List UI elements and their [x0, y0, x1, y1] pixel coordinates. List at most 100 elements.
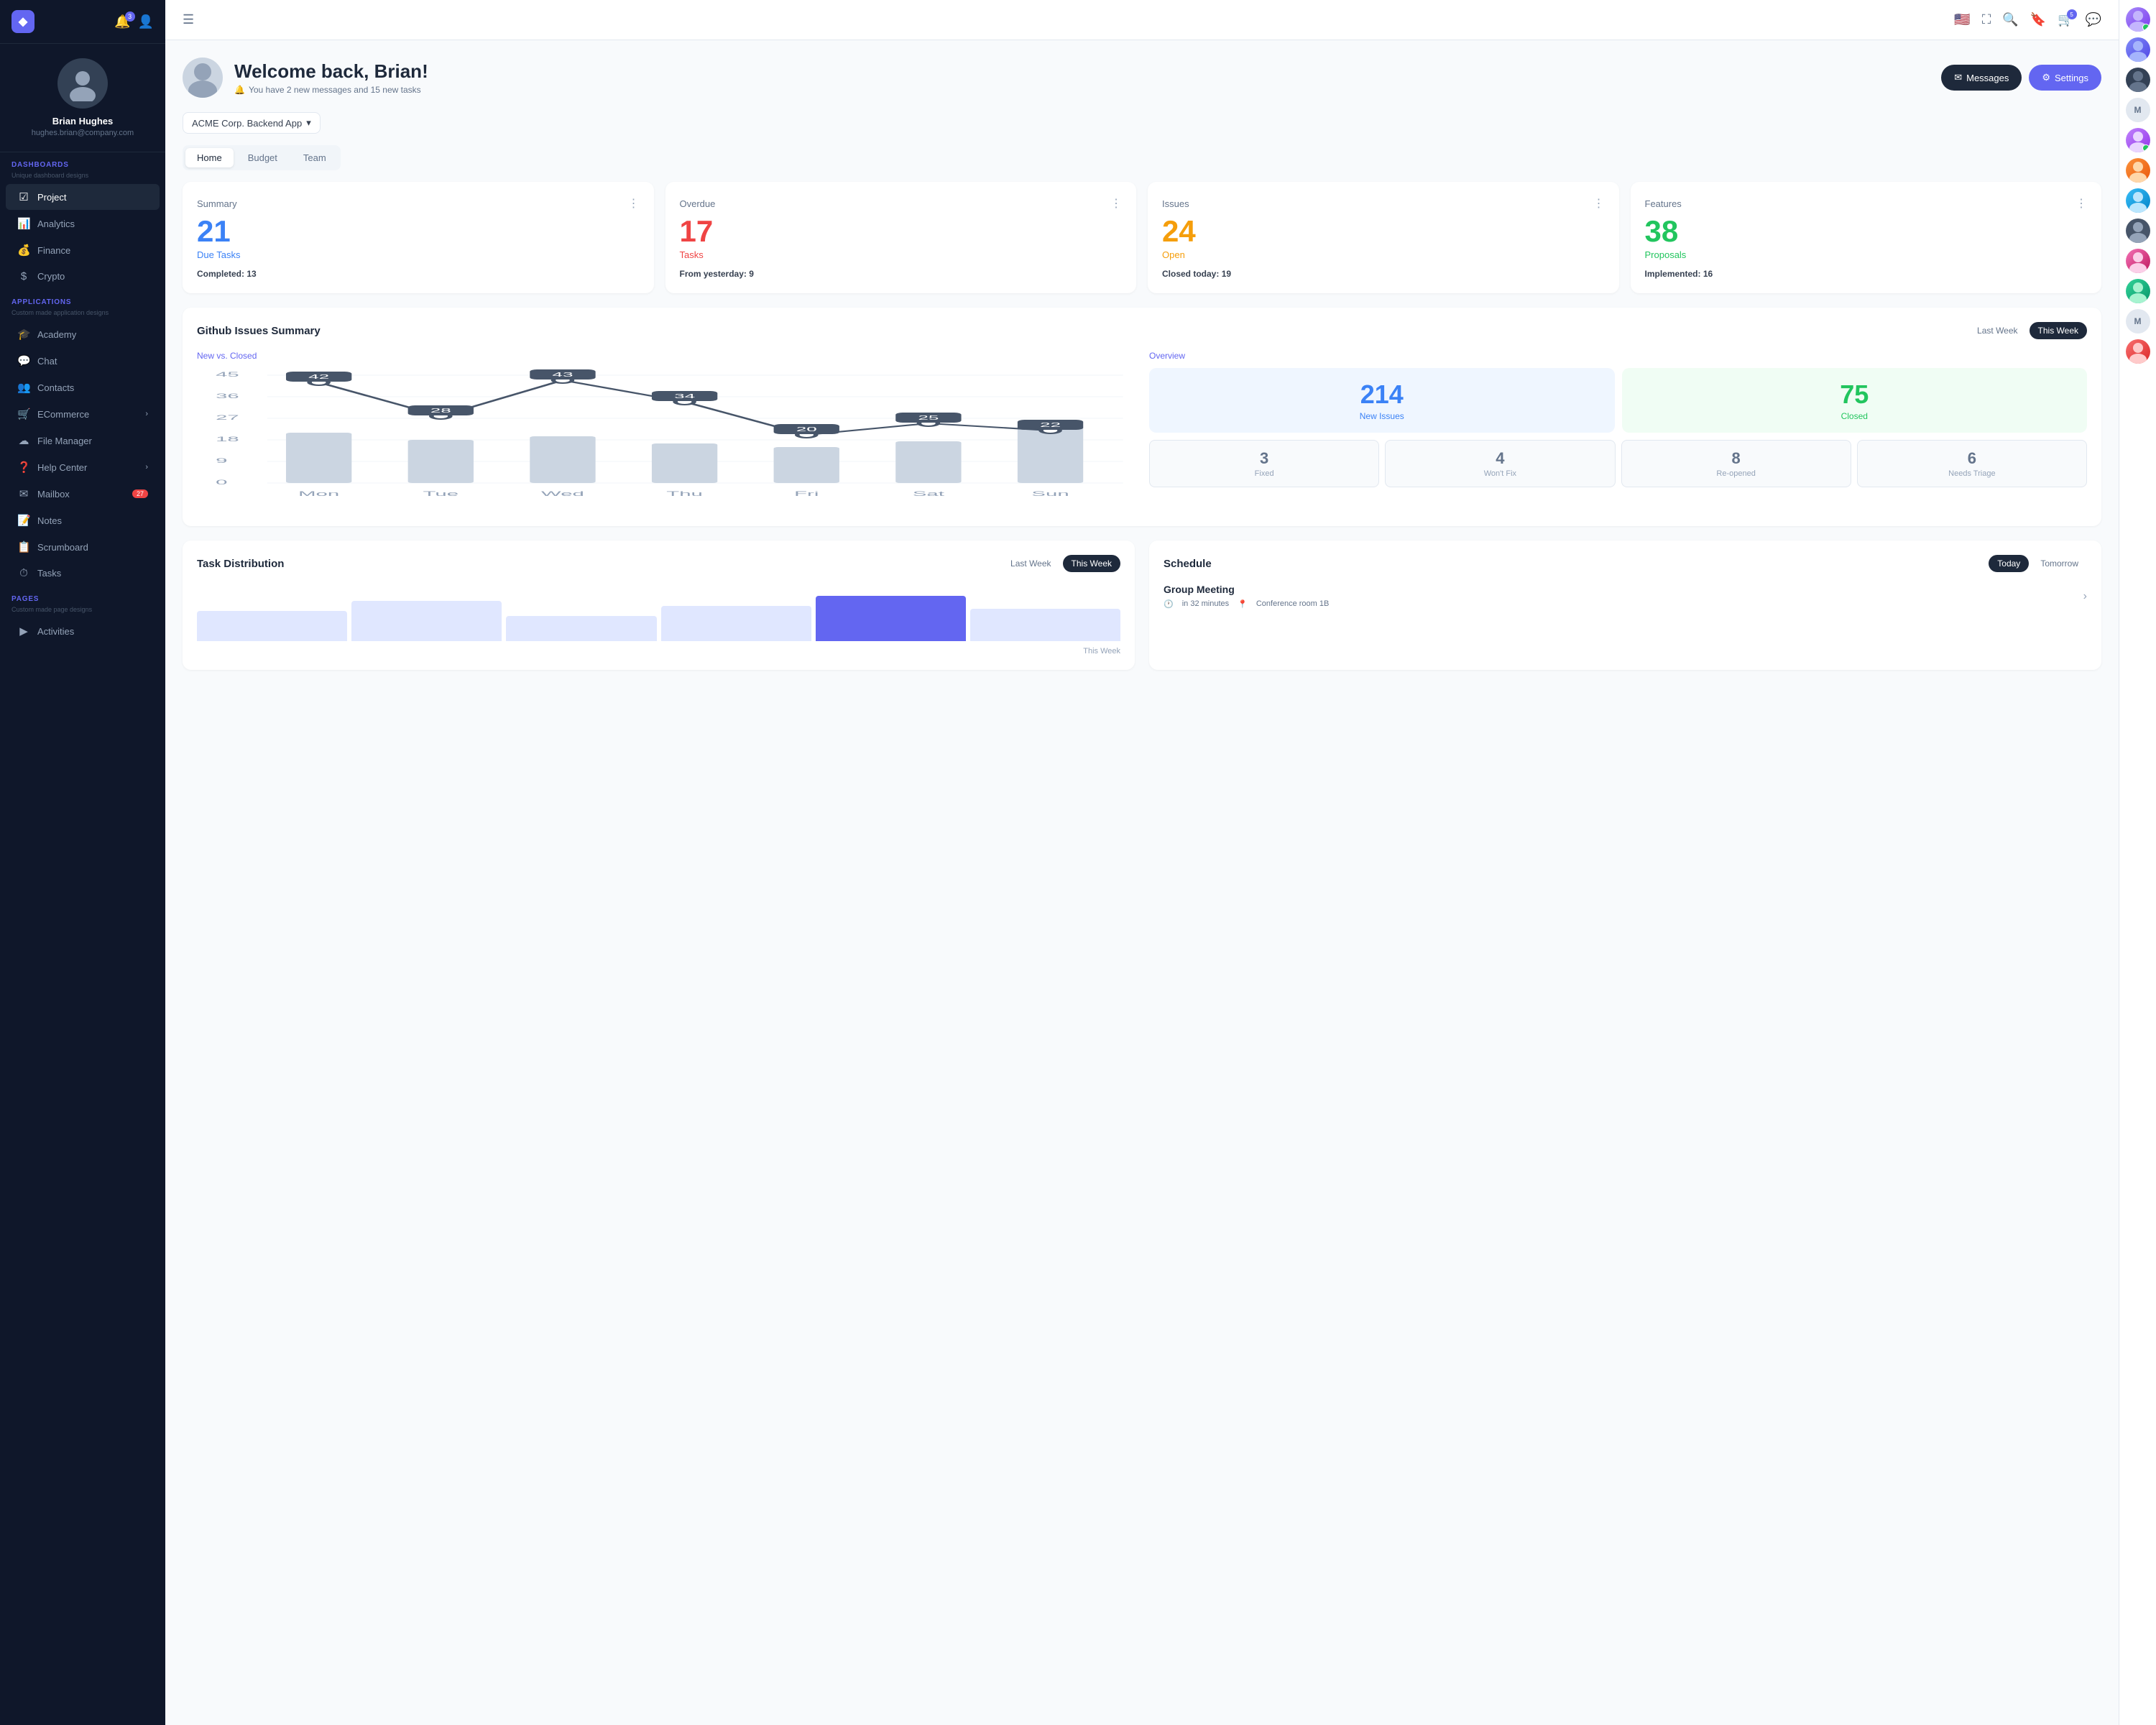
sidebar-item-notes[interactable]: 📝 Notes: [6, 507, 160, 533]
wontfix-label: Won't Fix: [1394, 469, 1606, 478]
messages-button[interactable]: ✉ Messages: [1941, 65, 2022, 91]
mailbox-badge: 27: [132, 489, 148, 498]
svg-text:0: 0: [216, 479, 227, 486]
fullscreen-icon[interactable]: ⛶: [1982, 12, 1991, 27]
fixed-label: Fixed: [1158, 469, 1370, 478]
github-header: Github Issues Summary Last Week This Wee…: [197, 322, 2087, 339]
svg-text:9: 9: [216, 457, 227, 464]
avatar-5[interactable]: [2126, 128, 2150, 152]
svg-text:42: 42: [308, 374, 329, 380]
avatar-8[interactable]: [2126, 218, 2150, 243]
notification-icon[interactable]: 🔔 3: [114, 14, 130, 29]
tab-budget[interactable]: Budget: [236, 148, 289, 167]
svg-text:22: 22: [1040, 422, 1061, 428]
sidebar-item-academy[interactable]: 🎓 Academy: [6, 321, 160, 347]
sidebar-header-icons: 🔔 3 👤: [114, 14, 154, 29]
schedule-arrow[interactable]: ›: [2083, 590, 2087, 603]
chart-container: 45 36 27 18 9 0: [197, 368, 1135, 512]
flag-icon[interactable]: 🇺🇸: [1954, 12, 1970, 27]
pages-label: PAGES: [0, 586, 165, 606]
cart-icon[interactable]: 🛒 5: [2058, 12, 2073, 27]
avatar-2[interactable]: [2126, 37, 2150, 62]
avatar-11[interactable]: M: [2126, 309, 2150, 334]
summary-card-menu[interactable]: ⋮: [628, 196, 640, 211]
settings-button[interactable]: ⚙ Settings: [2029, 65, 2101, 91]
avatar-4[interactable]: M: [2126, 98, 2150, 122]
schedule-toggle: Today Tomorrow: [1989, 555, 2087, 572]
avatar-9[interactable]: [2126, 249, 2150, 273]
schedule-today-btn[interactable]: Today: [1989, 555, 2029, 572]
sidebar-item-scrumboard[interactable]: 📋 Scrumboard: [6, 534, 160, 560]
schedule-tomorrow-btn[interactable]: Tomorrow: [2032, 555, 2087, 572]
triage-label: Needs Triage: [1866, 469, 2078, 478]
overview-title: Overview: [1149, 351, 2087, 361]
chevron-down-icon: ▾: [306, 117, 311, 129]
profile-avatar: [57, 58, 108, 109]
closed-issues-card: 75 Closed: [1622, 368, 2088, 433]
sidebar-item-finance[interactable]: 💰 Finance: [6, 237, 160, 263]
bookmark-icon[interactable]: 🔖: [2030, 12, 2046, 27]
svg-text:Mon: Mon: [298, 490, 339, 497]
avatar-1[interactable]: [2126, 7, 2150, 32]
sidebar-item-chat[interactable]: 💬 Chat: [6, 348, 160, 374]
search-icon[interactable]: 🔍: [2002, 12, 2018, 27]
sidebar-item-project[interactable]: ☑ Project: [6, 184, 160, 210]
avatar-7[interactable]: [2126, 188, 2150, 213]
sidebar-item-mailbox[interactable]: ✉ Mailbox 27: [6, 481, 160, 507]
sidebar-item-contacts[interactable]: 👥 Contacts: [6, 374, 160, 400]
github-lastweek-btn[interactable]: Last Week: [1968, 322, 2026, 339]
svg-text:27: 27: [216, 414, 239, 421]
applications-section: APPLICATIONS Custom made application des…: [0, 290, 165, 586]
profile-icon[interactable]: 👤: [138, 14, 154, 29]
messages-icon[interactable]: 💬: [2086, 12, 2101, 27]
svg-text:Fri: Fri: [794, 490, 819, 497]
hamburger-menu[interactable]: ☰: [183, 12, 194, 27]
svg-text:20: 20: [796, 426, 817, 433]
schedule-item: Group Meeting 🕐 in 32 minutes 📍 Conferen…: [1164, 584, 2087, 609]
tab-team[interactable]: Team: [292, 148, 338, 167]
triage-num: 6: [1866, 449, 2078, 468]
sidebar-item-tasks[interactable]: ⏱ Tasks: [6, 561, 160, 586]
contacts-icon: 👥: [17, 381, 30, 394]
schedule-card: Schedule Today Tomorrow Group Meeting 🕐 …: [1149, 540, 2101, 670]
issues-number: 24: [1162, 216, 1605, 247]
main-area: ☰ 🇺🇸 ⛶ 🔍 🔖 🛒 5 💬: [165, 0, 2119, 1725]
avatar-6[interactable]: [2126, 158, 2150, 183]
avatar-12[interactable]: [2126, 339, 2150, 364]
sidebar-item-filemanager[interactable]: ☁ File Manager: [6, 428, 160, 454]
avatar-3[interactable]: [2126, 68, 2150, 92]
welcome-header: Welcome back, Brian! 🔔 You have 2 new me…: [183, 58, 2101, 98]
activities-icon: ▶: [17, 625, 30, 638]
sidebar-item-helpcenter[interactable]: ❓ Help Center ›: [6, 454, 160, 480]
project-icon: ☑: [17, 190, 30, 203]
task-thisweek-btn[interactable]: This Week: [1063, 555, 1120, 572]
task-lastweek-btn[interactable]: Last Week: [1002, 555, 1059, 572]
issues-card-menu[interactable]: ⋮: [1593, 196, 1605, 211]
github-chart-area: New vs. Closed 45 36 27 18 9 0: [197, 351, 1135, 512]
features-card-menu[interactable]: ⋮: [2076, 196, 2087, 211]
svg-text:18: 18: [216, 436, 239, 443]
profile-email: hughes.brian@company.com: [11, 129, 154, 137]
helpcenter-icon: ❓: [17, 461, 30, 474]
sidebar-item-activities[interactable]: ▶ Activities: [6, 618, 160, 644]
overdue-card-menu[interactable]: ⋮: [1110, 196, 1122, 211]
issues-card-title: Issues: [1162, 198, 1189, 209]
avatar-10[interactable]: [2126, 279, 2150, 303]
sidebar-item-ecommerce[interactable]: 🛒 ECommerce ›: [6, 401, 160, 427]
pages-section: PAGES Custom made page designs ▶ Activit…: [0, 586, 165, 645]
summary-label: Due Tasks: [197, 249, 640, 260]
stat-reopened: 8 Re-opened: [1621, 440, 1851, 487]
tab-home[interactable]: Home: [185, 148, 234, 167]
github-thisweek-btn[interactable]: This Week: [2030, 322, 2087, 339]
task-dist-header: Task Distribution Last Week This Week: [197, 555, 1120, 572]
sidebar-item-crypto[interactable]: $ Crypto: [6, 264, 160, 289]
main-tabs: Home Budget Team: [183, 145, 341, 170]
svg-text:36: 36: [216, 392, 239, 400]
sidebar-item-analytics[interactable]: 📊 Analytics: [6, 211, 160, 236]
welcome-subtitle: 🔔 You have 2 new messages and 15 new tas…: [234, 85, 428, 95]
app-selector[interactable]: ACME Corp. Backend App ▾: [183, 112, 321, 134]
closed-label: Closed: [1634, 411, 2076, 421]
topbar-left: ☰: [183, 12, 194, 27]
overdue-number: 17: [680, 216, 1123, 247]
app-logo[interactable]: ◆: [11, 10, 34, 33]
